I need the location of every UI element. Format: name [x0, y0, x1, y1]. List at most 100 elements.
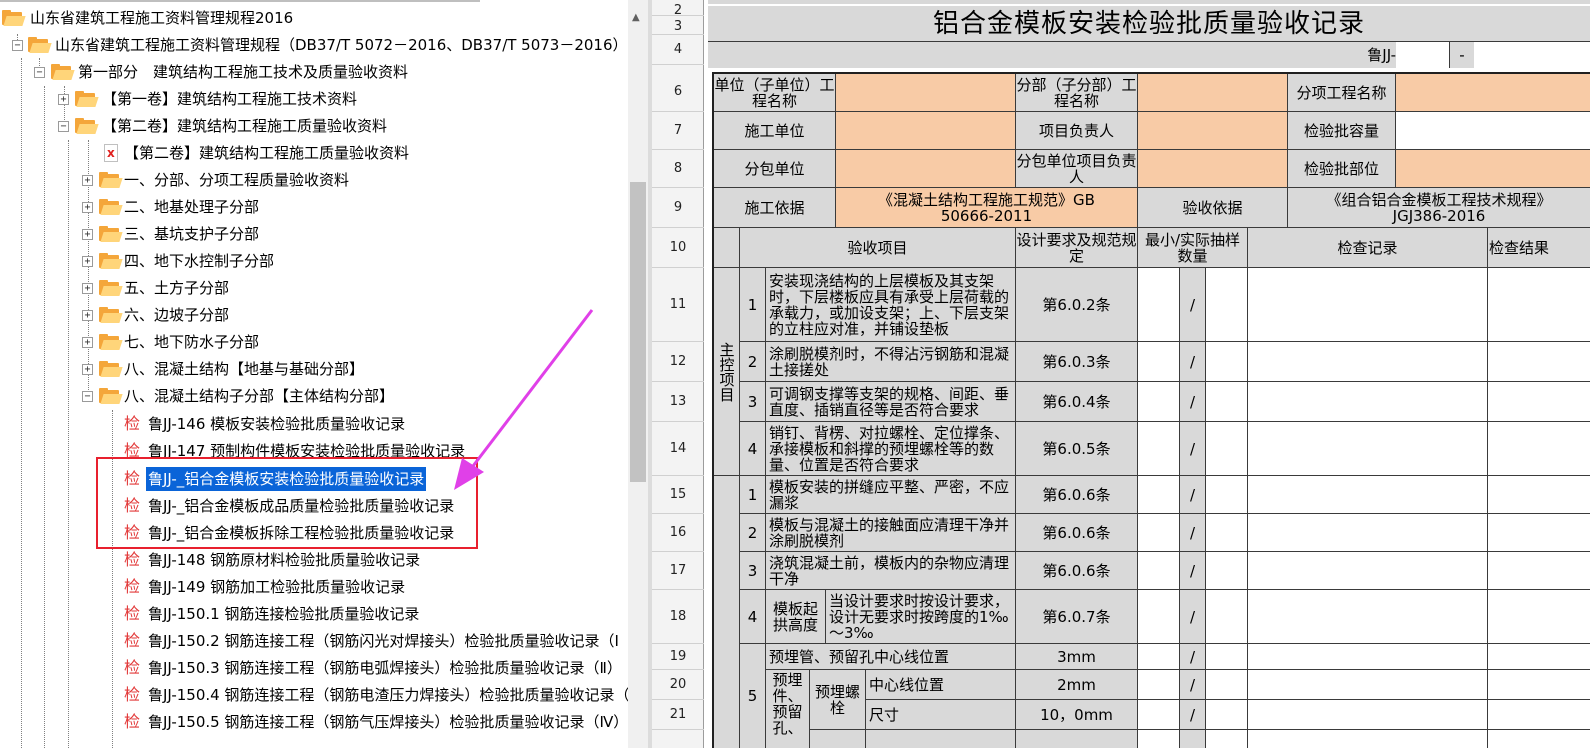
sample-min[interactable]: [1138, 422, 1180, 476]
tree-item-section-5[interactable]: + 五、土方子分部: [0, 276, 628, 300]
tree-item-doc-148[interactable]: 检 鲁JJ-148 钢筋原材料检验批质量验收记录: [0, 548, 628, 572]
check-record[interactable]: [1248, 590, 1488, 644]
check-result[interactable]: [1488, 268, 1590, 342]
sample-slash[interactable]: /: [1180, 382, 1206, 422]
sample-min[interactable]: [1138, 552, 1180, 590]
sample-min[interactable]: [1138, 514, 1180, 552]
collapse-icon[interactable]: −: [34, 67, 45, 78]
general-item-no[interactable]: 4: [740, 590, 766, 644]
main-item-spec[interactable]: 第6.0.4条: [1016, 382, 1138, 422]
code-label[interactable]: 鲁JJ-: [1348, 42, 1396, 68]
label-item-name[interactable]: 分项工程名称: [1288, 74, 1396, 112]
partial-row-cell[interactable]: [1016, 730, 1138, 748]
input-construction-unit[interactable]: [836, 112, 1016, 150]
tree-item-doc-150-2[interactable]: 检 鲁JJ-150.2 钢筋连接工程（钢筋闪光对焊接头）检验批质量验收记录（Ⅰ: [0, 629, 628, 653]
main-item-spec[interactable]: 第6.0.5条: [1016, 422, 1138, 476]
check-result[interactable]: [1488, 644, 1590, 670]
col-header-result[interactable]: 检查结果: [1488, 228, 1590, 268]
general-item-text[interactable]: 当设计要求时按设计要求，设计无要求时按跨度的1‰～3‰: [826, 590, 1016, 644]
check-record[interactable]: [1248, 700, 1488, 730]
tree-item-volume-two-doc[interactable]: x 【第二卷】建筑结构工程施工质量验收资料: [0, 141, 628, 165]
label-construction-unit[interactable]: 施工单位: [714, 112, 836, 150]
sample-min[interactable]: [1138, 670, 1180, 700]
tree-item-doc-150-3[interactable]: 检 鲁JJ-150.3 钢筋连接工程（钢筋电弧焊接头）检验批质量验收记录（Ⅱ）: [0, 656, 628, 680]
label-sub-manager[interactable]: 分包单位项目负责人: [1016, 150, 1138, 188]
tree-item-root[interactable]: 山东省建筑工程施工资料管理规程2016: [0, 6, 628, 30]
sample-min[interactable]: [1138, 700, 1180, 730]
partial-row-cell[interactable]: [810, 730, 866, 748]
expand-icon[interactable]: +: [82, 256, 93, 267]
label-batch-capacity[interactable]: 检验批容量: [1288, 112, 1396, 150]
tree-item-doc-150-4[interactable]: 检 鲁JJ-150.4 钢筋连接工程（钢筋电渣压力焊接头）检验批质量验收记录（: [0, 683, 629, 707]
sample-min[interactable]: [1138, 382, 1180, 422]
blank-corner[interactable]: [714, 228, 740, 268]
input-batch-capacity[interactable]: [1396, 112, 1590, 150]
sample-actual[interactable]: [1206, 342, 1248, 382]
row-number[interactable]: 20: [652, 670, 704, 700]
sample-slash[interactable]: /: [1180, 268, 1206, 342]
tree-item-doc-149[interactable]: 检 鲁JJ-149 钢筋加工检验批质量验收记录: [0, 575, 628, 599]
main-item-text[interactable]: 涂刷脱模剂时，不得沾污钢筋和混凝土接搓处: [766, 342, 1016, 382]
input-sub-manager[interactable]: [1138, 150, 1288, 188]
partial-row-cell[interactable]: [1206, 730, 1248, 748]
code-row-blank[interactable]: [708, 42, 1348, 68]
sample-actual[interactable]: [1206, 514, 1248, 552]
tree-item-section-4[interactable]: + 四、地下水控制子分部: [0, 249, 628, 273]
expand-icon[interactable]: +: [82, 310, 93, 321]
main-item-spec[interactable]: 第6.0.3条: [1016, 342, 1138, 382]
main-control-label[interactable]: 主控项目: [714, 268, 740, 476]
general-items-label[interactable]: [714, 476, 740, 748]
general-item-no[interactable]: 3: [740, 552, 766, 590]
input-item-name[interactable]: [1396, 74, 1590, 112]
tree-item-doc-150-5[interactable]: 检 鲁JJ-150.5 钢筋连接工程（钢筋气压焊接头）检验批质量验收记录（Ⅳ）: [0, 710, 628, 734]
form-title[interactable]: 铝合金模板安装检验批质量验收记录: [708, 6, 1590, 42]
check-record[interactable]: [1248, 644, 1488, 670]
embedded-row21-text[interactable]: 尺寸: [866, 700, 1016, 730]
sample-actual[interactable]: [1206, 268, 1248, 342]
embedded-row19-text[interactable]: 预埋管、预留孔中心线位置: [766, 644, 1016, 670]
check-record[interactable]: [1248, 552, 1488, 590]
row-number[interactable]: 13: [652, 382, 704, 422]
general-item-spec[interactable]: 第6.0.6条: [1016, 514, 1138, 552]
sample-actual[interactable]: [1206, 644, 1248, 670]
value-acceptance-basis[interactable]: 《组合铝合金模板工程技术规程》JGJ386-2016: [1288, 188, 1590, 228]
embedded-row20-spec[interactable]: 2mm: [1016, 670, 1138, 700]
sample-slash[interactable]: /: [1180, 552, 1206, 590]
collapse-icon[interactable]: −: [12, 40, 23, 51]
input-unit-name[interactable]: [836, 74, 1016, 112]
row-number[interactable]: 8: [652, 150, 704, 188]
row-number[interactable]: 17: [652, 552, 704, 590]
row-number[interactable]: 4: [652, 35, 704, 65]
expand-icon[interactable]: +: [82, 229, 93, 240]
general-item-spec[interactable]: 第6.0.6条: [1016, 552, 1138, 590]
check-record[interactable]: [1248, 382, 1488, 422]
scroll-up-icon[interactable]: ▲: [632, 12, 640, 23]
sample-min[interactable]: [1138, 644, 1180, 670]
row-number[interactable]: 10: [652, 228, 704, 268]
tree-scrollbar-thumb[interactable]: [630, 182, 646, 482]
sample-slash[interactable]: /: [1180, 342, 1206, 382]
check-record[interactable]: [1248, 670, 1488, 700]
general-item-text[interactable]: 浇筑混凝土前，模板内的杂物应清理干净: [766, 552, 1016, 590]
row-number[interactable]: 7: [652, 112, 704, 150]
check-result[interactable]: [1488, 476, 1590, 514]
check-record[interactable]: [1248, 422, 1488, 476]
row-number[interactable]: 11: [652, 268, 704, 342]
code-input-1[interactable]: [1396, 42, 1450, 68]
row-number[interactable]: 21: [652, 700, 704, 730]
tree-item-section-3[interactable]: + 三、基坑支护子分部: [0, 222, 628, 246]
value-construction-basis[interactable]: 《混凝土结构工程施工规范》GB 50666-2011: [836, 188, 1138, 228]
sample-min[interactable]: [1138, 342, 1180, 382]
input-subdivision-name[interactable]: [1138, 74, 1288, 112]
embedded-row20-text[interactable]: 中心线位置: [866, 670, 1016, 700]
sample-min[interactable]: [1138, 476, 1180, 514]
partial-row-cell[interactable]: [1488, 730, 1590, 748]
sample-actual[interactable]: [1206, 476, 1248, 514]
sample-slash[interactable]: /: [1180, 644, 1206, 670]
label-acceptance-basis[interactable]: 验收依据: [1138, 188, 1288, 228]
col-header-sample[interactable]: 最小/实际抽样数量: [1138, 228, 1248, 268]
check-record[interactable]: [1248, 514, 1488, 552]
main-item-text[interactable]: 安装现浇结构的上层模板及其支架时，下层楼板应具有承受上层荷载的承载力，或加设支架…: [766, 268, 1016, 342]
sample-slash[interactable]: /: [1180, 590, 1206, 644]
partial-row-cell[interactable]: [1180, 730, 1206, 748]
